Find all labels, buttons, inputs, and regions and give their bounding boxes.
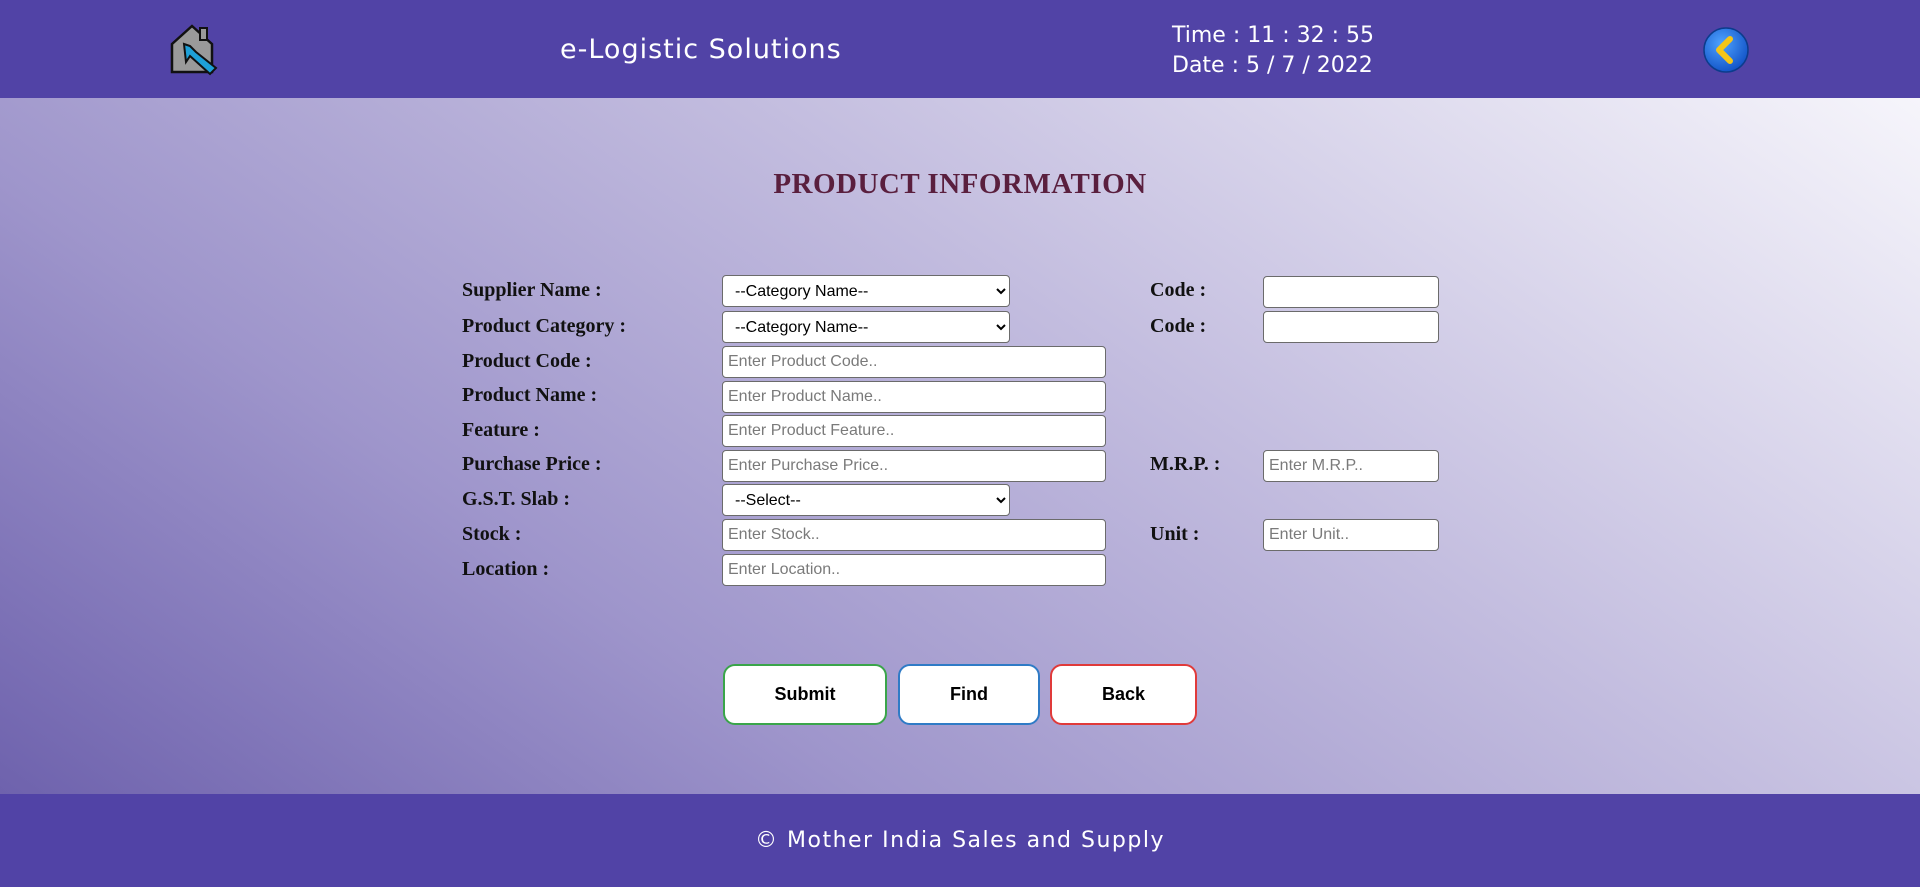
location-label: Location : <box>462 558 550 580</box>
supplier-code-input[interactable] <box>1263 276 1439 308</box>
feature-input[interactable] <box>722 415 1106 447</box>
footer-bar: © Mother India Sales and Supply <box>0 794 1920 887</box>
main-content: PRODUCT INFORMATION Supplier Name : --Ca… <box>0 98 1920 794</box>
mrp-label: M.R.P. : <box>1150 453 1221 475</box>
submit-button[interactable]: Submit <box>723 664 887 725</box>
mrp-input[interactable] <box>1263 450 1439 482</box>
product-code-label: Product Code : <box>462 350 592 372</box>
product-category-label: Product Category : <box>462 315 627 337</box>
feature-label: Feature : <box>462 419 540 441</box>
purchase-price-label: Purchase Price : <box>462 453 602 475</box>
time-text: Time : 11 : 32 : 55 <box>1172 23 1375 48</box>
category-code-label: Code : <box>1150 315 1207 337</box>
supplier-code-label: Code : <box>1150 279 1207 301</box>
header-bar: e-Logistic Solutions Time : 11 : 32 : 55… <box>0 0 1920 98</box>
back-arrow-icon[interactable] <box>1702 26 1750 74</box>
unit-label: Unit : <box>1150 523 1200 545</box>
product-code-input[interactable] <box>722 346 1106 378</box>
home-icon[interactable] <box>166 22 228 78</box>
location-input[interactable] <box>722 554 1106 586</box>
stock-label: Stock : <box>462 523 522 545</box>
copyright-text: © Mother India Sales and Supply <box>755 828 1165 853</box>
find-button[interactable]: Find <box>898 664 1040 725</box>
page-title: PRODUCT INFORMATION <box>773 168 1147 200</box>
gst-slab-select[interactable]: --Select-- <box>722 484 1010 516</box>
app-title: e-Logistic Solutions <box>560 34 842 65</box>
supplier-name-label: Supplier Name : <box>462 279 602 301</box>
stock-input[interactable] <box>722 519 1106 551</box>
purchase-price-input[interactable] <box>722 450 1106 482</box>
category-code-input[interactable] <box>1263 311 1439 343</box>
product-name-label: Product Name : <box>462 384 598 406</box>
gst-slab-label: G.S.T. Slab : <box>462 488 570 510</box>
supplier-name-select[interactable]: --Category Name-- <box>722 275 1010 307</box>
product-name-input[interactable] <box>722 381 1106 413</box>
unit-input[interactable] <box>1263 519 1439 551</box>
back-button[interactable]: Back <box>1050 664 1197 725</box>
date-text: Date : 5 / 7 / 2022 <box>1172 53 1373 78</box>
product-category-select[interactable]: --Category Name-- <box>722 311 1010 343</box>
clock: Time : 11 : 32 : 55 Date : 5 / 7 / 2022 <box>1172 21 1374 81</box>
